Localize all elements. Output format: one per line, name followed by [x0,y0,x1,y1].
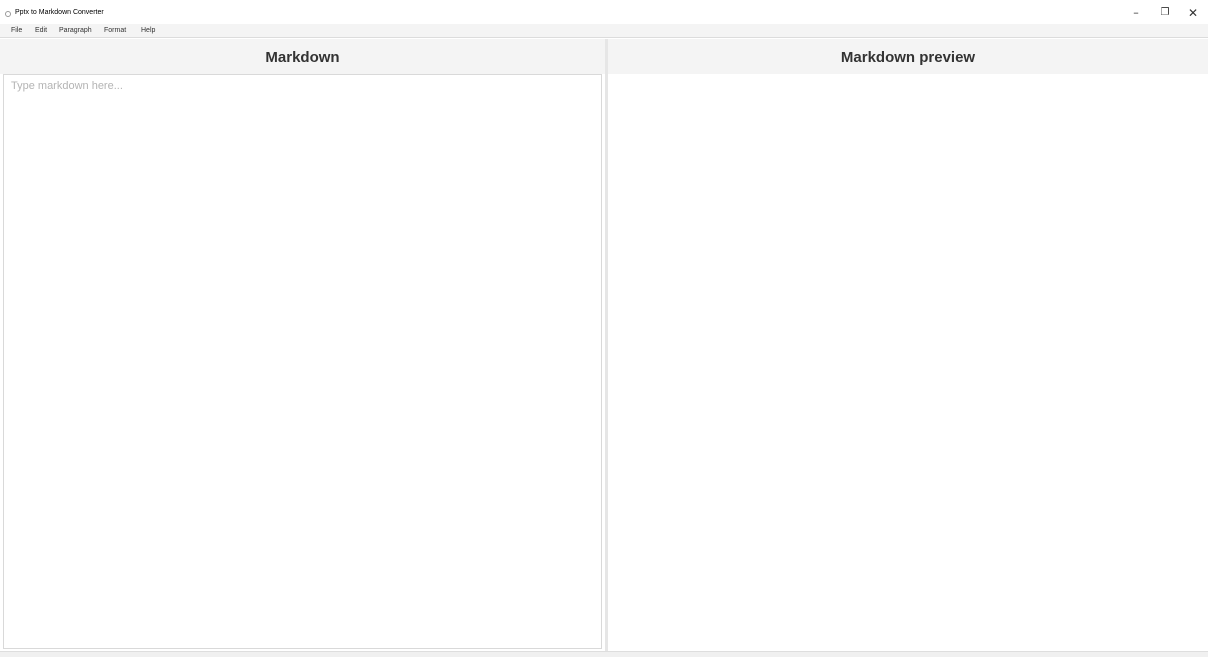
close-button[interactable]: ✕ [1178,2,1208,24]
menu-bar: File Edit Paragraph Format Help [0,24,1208,38]
status-bar [0,651,1208,657]
app-icon [5,11,11,17]
menu-paragraph[interactable]: Paragraph [59,26,92,36]
markdown-preview[interactable] [608,74,1208,651]
window-title: Pptx to Markdown Converter [15,9,104,16]
markdown-pane-header: Markdown [0,39,605,74]
restore-button[interactable]: ❐ [1150,2,1180,24]
markdown-pane: Markdown [0,39,605,651]
markdown-editor[interactable] [3,74,602,649]
menu-edit[interactable]: Edit [35,26,47,36]
preview-pane-header: Markdown preview [608,39,1208,74]
app-window: Pptx to Markdown Converter – ❐ ✕ File Ed… [0,0,1208,657]
title-bar[interactable]: Pptx to Markdown Converter – ❐ ✕ [0,0,1208,24]
preview-pane: Markdown preview [608,39,1208,651]
menu-format[interactable]: Format [104,26,126,36]
minimize-button[interactable]: – [1121,2,1151,24]
menu-help[interactable]: Help [141,26,155,36]
menu-file[interactable]: File [11,26,22,36]
